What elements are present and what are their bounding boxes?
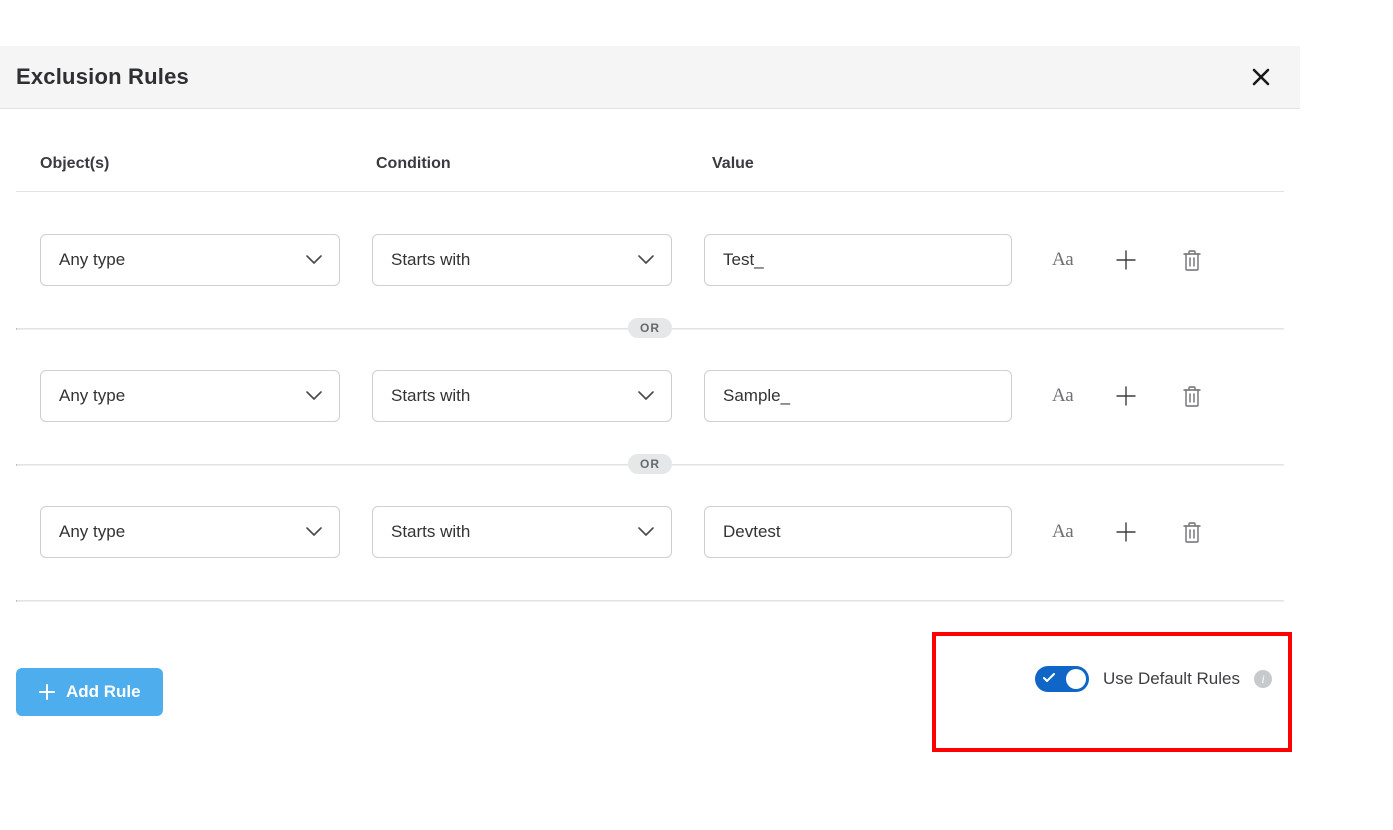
chevron-down-icon bbox=[305, 522, 323, 542]
chevron-down-icon bbox=[637, 522, 655, 542]
close-button[interactable] bbox=[1248, 64, 1274, 90]
add-rule-label: Add Rule bbox=[66, 682, 141, 702]
condition-value: Starts with bbox=[391, 522, 470, 542]
add-rule-button[interactable]: Add Rule bbox=[16, 668, 163, 716]
chevron-down-icon bbox=[637, 250, 655, 270]
info-icon[interactable]: i bbox=[1254, 670, 1272, 688]
column-header-value: Value bbox=[712, 155, 1032, 173]
row-actions: Aa bbox=[1044, 247, 1244, 273]
trash-icon bbox=[1182, 249, 1202, 271]
delete-rule-button[interactable] bbox=[1179, 383, 1205, 409]
delete-rule-button[interactable] bbox=[1179, 247, 1205, 273]
use-default-rules-group: Use Default Rules i bbox=[1035, 666, 1272, 692]
rule-row: Any type Starts with Sample_ Aa bbox=[16, 328, 1284, 464]
object-type-value: Any type bbox=[59, 522, 125, 542]
trash-icon bbox=[1182, 385, 1202, 407]
column-header-condition: Condition bbox=[376, 155, 696, 173]
value-input[interactable]: Test_ bbox=[704, 234, 1012, 286]
case-sensitive-toggle[interactable]: Aa bbox=[1052, 249, 1073, 271]
use-default-rules-toggle[interactable] bbox=[1035, 666, 1089, 692]
value-text: Sample_ bbox=[723, 386, 790, 406]
case-sensitive-toggle[interactable]: Aa bbox=[1052, 521, 1073, 543]
case-sensitive-toggle[interactable]: Aa bbox=[1052, 385, 1073, 407]
exclusion-rules-panel: Exclusion Rules Object(s) Condition Valu… bbox=[0, 46, 1300, 782]
plus-icon bbox=[1115, 385, 1137, 407]
highlight-annotation: Use Default Rules i bbox=[932, 632, 1292, 752]
add-condition-button[interactable] bbox=[1113, 383, 1139, 409]
use-default-rules-label: Use Default Rules bbox=[1103, 669, 1240, 689]
check-icon bbox=[1043, 670, 1055, 688]
panel-body: Object(s) Condition Value Any type Start… bbox=[0, 109, 1300, 600]
or-pill: OR bbox=[628, 318, 672, 338]
value-input[interactable]: Sample_ bbox=[704, 370, 1012, 422]
rule-row: Any type Starts with Test_ Aa bbox=[16, 192, 1284, 328]
toggle-knob bbox=[1066, 669, 1086, 689]
row-actions: Aa bbox=[1044, 383, 1244, 409]
rule-row: Any type Starts with Devtest Aa bbox=[16, 464, 1284, 600]
chevron-down-icon bbox=[637, 386, 655, 406]
plus-icon bbox=[1115, 249, 1137, 271]
add-condition-button[interactable] bbox=[1113, 247, 1139, 273]
value-text: Test_ bbox=[723, 250, 764, 270]
trash-icon bbox=[1182, 521, 1202, 543]
object-type-select[interactable]: Any type bbox=[40, 370, 340, 422]
column-header-objects: Object(s) bbox=[40, 155, 360, 173]
chevron-down-icon bbox=[305, 386, 323, 406]
plus-icon bbox=[1115, 521, 1137, 543]
or-pill: OR bbox=[628, 454, 672, 474]
row-actions: Aa bbox=[1044, 519, 1244, 545]
chevron-down-icon bbox=[305, 250, 323, 270]
object-type-value: Any type bbox=[59, 386, 125, 406]
value-text: Devtest bbox=[723, 522, 781, 542]
close-icon bbox=[1251, 67, 1271, 87]
plus-icon bbox=[38, 683, 56, 701]
condition-select[interactable]: Starts with bbox=[372, 234, 672, 286]
column-headers: Object(s) Condition Value bbox=[16, 109, 1284, 192]
condition-select[interactable]: Starts with bbox=[372, 370, 672, 422]
panel-footer: Add Rule Use Default Rules i bbox=[0, 602, 1300, 782]
object-type-value: Any type bbox=[59, 250, 125, 270]
object-type-select[interactable]: Any type bbox=[40, 234, 340, 286]
condition-select[interactable]: Starts with bbox=[372, 506, 672, 558]
object-type-select[interactable]: Any type bbox=[40, 506, 340, 558]
condition-value: Starts with bbox=[391, 250, 470, 270]
panel-header: Exclusion Rules bbox=[0, 46, 1300, 109]
value-input[interactable]: Devtest bbox=[704, 506, 1012, 558]
delete-rule-button[interactable] bbox=[1179, 519, 1205, 545]
add-condition-button[interactable] bbox=[1113, 519, 1139, 545]
panel-title: Exclusion Rules bbox=[16, 64, 189, 90]
condition-value: Starts with bbox=[391, 386, 470, 406]
